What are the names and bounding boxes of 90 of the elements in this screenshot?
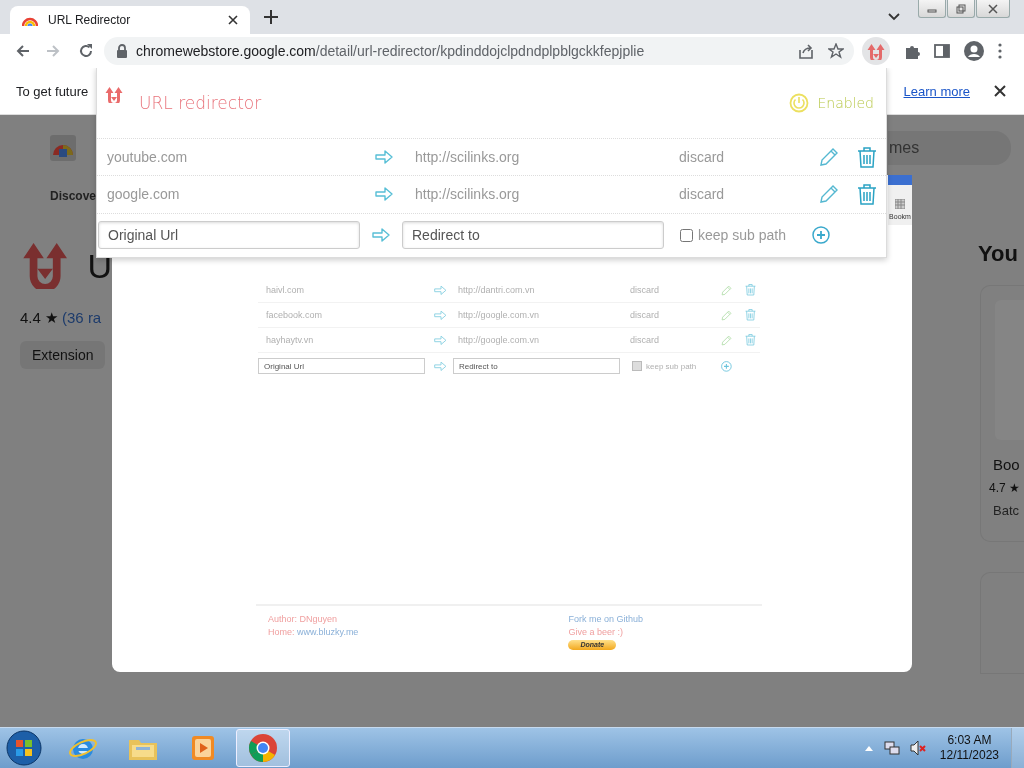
close-icon[interactable] <box>228 15 238 25</box>
u-turn-arrows-icon <box>105 84 123 103</box>
learn-more-link[interactable]: Learn more <box>903 83 970 99</box>
card-subtitle: Batc <box>993 503 1020 518</box>
checkbox[interactable] <box>680 228 693 242</box>
power-icon <box>789 92 810 113</box>
rule-target: http://dantri.com.vn <box>457 285 536 295</box>
url-input[interactable]: Original Url <box>98 221 360 250</box>
close-button[interactable] <box>976 0 1010 18</box>
checkbox-label: keep sub path <box>646 361 697 371</box>
pencil-icon[interactable] <box>819 147 839 168</box>
rule-action: discard <box>629 310 660 320</box>
media-player-icon <box>191 735 215 761</box>
trash-icon[interactable] <box>744 334 756 346</box>
search-field[interactable]: mes <box>888 131 1011 165</box>
card-rating: 4.7 ★ <box>989 481 1021 495</box>
reload-icon[interactable] <box>78 43 94 59</box>
info-text: To get future <box>16 83 89 99</box>
arrow-icon <box>433 284 447 296</box>
popup-title: URL redirector <box>139 92 262 113</box>
muted-speaker-icon[interactable] <box>909 740 926 756</box>
discover-tab[interactable]: Discove <box>50 189 97 203</box>
restore-icon <box>956 3 966 14</box>
trash-icon[interactable] <box>744 309 756 321</box>
trash-icon[interactable] <box>856 146 877 168</box>
back-icon[interactable] <box>14 43 30 59</box>
tab-title: URL Redirector <box>48 13 132 27</box>
menu-icon[interactable] <box>998 43 1002 59</box>
trash-icon[interactable] <box>744 284 756 296</box>
rule-action: discard <box>629 335 660 345</box>
u-turn-arrows-icon <box>867 42 885 60</box>
lock-icon <box>116 44 128 58</box>
taskbar-app[interactable] <box>236 729 290 767</box>
rule-source: youtube.com <box>106 149 189 166</box>
network-icon[interactable] <box>883 740 900 756</box>
ratings-link[interactable]: (36 ra <box>62 309 102 327</box>
chrome-icon <box>248 733 278 763</box>
home-link[interactable]: www.bluzky.me <box>297 627 359 637</box>
rule-target: http://scilinks.org <box>414 186 521 203</box>
checkbox-icon[interactable] <box>632 361 642 371</box>
rule-target: http://google.com.vn <box>457 335 541 345</box>
browser-tab[interactable]: URL Redirector <box>10 6 250 34</box>
rule-source: haivl.com <box>265 285 305 295</box>
arrow-icon <box>433 334 447 346</box>
up-arrow-icon[interactable] <box>863 744 874 752</box>
close-icon[interactable] <box>994 85 1006 97</box>
rule-action: discard <box>629 285 660 295</box>
url-input[interactable]: Original Url <box>258 358 425 374</box>
redirect-input[interactable]: Redirect to <box>402 221 664 250</box>
rule-target: http://google.com.vn <box>457 310 541 320</box>
grid-icon <box>895 199 905 209</box>
trash-icon[interactable] <box>856 184 877 205</box>
rule-source: google.com <box>106 186 181 203</box>
redirect-input[interactable]: Redirect to <box>453 358 620 374</box>
start-icon[interactable] <box>6 730 42 766</box>
arrow-icon <box>433 309 447 321</box>
beer-text: Give a beer :) <box>568 627 624 637</box>
rule-target: http://scilinks.org <box>414 149 521 166</box>
rule-action: discard <box>678 149 726 166</box>
rule-action: discard <box>678 186 726 203</box>
star-icon[interactable] <box>828 43 844 59</box>
address-bar[interactable]: chromewebstore.google.com/detail/url-redirector/kpdinddojclpdndplpblgckkfepjplie <box>104 37 854 65</box>
home-label: Home: <box>268 627 295 637</box>
chevron-icon[interactable] <box>888 13 900 21</box>
store-logo-icon <box>50 135 76 161</box>
new-tab-icon[interactable] <box>264 10 278 24</box>
clock[interactable]: 6:03 AM 12/11/2023 <box>939 733 999 763</box>
github-link[interactable]: Fork me on Github <box>568 614 643 624</box>
close-icon <box>988 3 998 14</box>
profile-icon[interactable] <box>964 41 984 61</box>
restore-button[interactable] <box>947 0 975 18</box>
rule-source: hayhaytv.vn <box>265 335 315 345</box>
side-panel-icon[interactable] <box>934 43 950 59</box>
puzzle-icon[interactable] <box>904 43 920 59</box>
card-title: Boo <box>993 456 1021 473</box>
rating-text: 4.4 ★ <box>20 309 59 327</box>
rule-source: facebook.com <box>265 310 324 320</box>
add-icon[interactable] <box>811 226 830 245</box>
add-icon[interactable] <box>721 360 733 372</box>
minimize-button[interactable] <box>918 0 946 18</box>
extension-button[interactable] <box>862 37 890 65</box>
author-text: Author: DNguyen <box>268 614 339 624</box>
checkbox-label: keep sub path <box>698 227 786 244</box>
category-chip: Extension <box>20 341 106 369</box>
forward-icon[interactable] <box>46 43 62 59</box>
pencil-icon[interactable] <box>819 184 839 205</box>
arrow-icon <box>434 360 447 372</box>
url-text: chromewebstore.google.com/detail/url-redirector/kpdinddojclpdndplpblgckkfepjplie <box>136 43 645 59</box>
share-icon[interactable] <box>798 43 814 59</box>
section-title: You <box>978 241 1019 267</box>
